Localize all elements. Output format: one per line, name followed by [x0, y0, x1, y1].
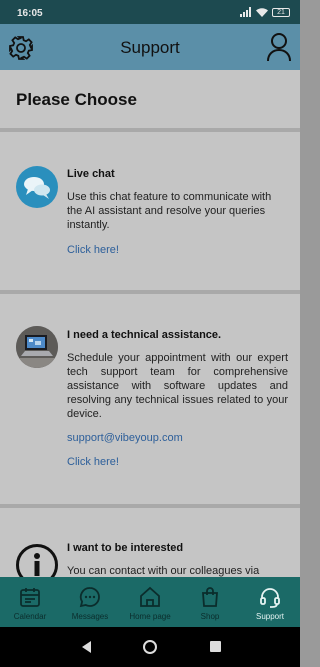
home-circle-icon[interactable] [143, 640, 157, 654]
tab-home[interactable]: Home page [120, 577, 180, 627]
tab-label: Messages [71, 612, 109, 621]
battery-icon: 21 [272, 7, 290, 17]
section-heading: Please Choose [16, 90, 137, 109]
tab-messages[interactable]: Messages [60, 577, 120, 627]
card-title: I want to be interested [67, 542, 184, 554]
interest-card: I want to be interested You can contact … [0, 508, 300, 577]
wifi-icon [256, 8, 268, 17]
system-nav-bar [0, 627, 300, 667]
laptop-photo-icon [16, 326, 58, 368]
support-email-link[interactable]: support@vibeyoup.com [67, 432, 288, 444]
signal-icon [240, 7, 252, 17]
status-icons: 21 [240, 7, 290, 17]
tab-label: Calendar [13, 612, 47, 621]
page-title: Support [120, 38, 180, 57]
technical-assistance-link[interactable]: Click here! [67, 456, 288, 468]
calendar-icon [20, 588, 40, 607]
info-icon [16, 544, 58, 577]
tab-shop[interactable]: Shop [180, 577, 240, 627]
card-body: Use this chat feature to communicate wit… [67, 191, 272, 231]
tab-label: Shop [200, 612, 220, 621]
chat-bubble-icon [79, 587, 100, 608]
card-title: Live chat [67, 168, 115, 180]
live-chat-icon [16, 166, 58, 208]
tab-label: Support [255, 612, 285, 621]
tab-calendar[interactable]: Calendar [0, 577, 60, 627]
card-body: You can contact with our colleagues via [67, 565, 260, 577]
bottom-tab-bar: Calendar Messages Home page Shop Support [0, 577, 300, 627]
tab-label: Home page [129, 612, 171, 621]
card-body: Schedule your appointment with our exper… [67, 352, 288, 420]
support-content: Please Choose Live chat Use this chat fe… [0, 70, 300, 577]
live-chat-card: Live chat Use this chat feature to commu… [0, 132, 300, 290]
shopping-bag-icon [202, 587, 218, 607]
back-icon[interactable] [82, 641, 91, 653]
recent-apps-icon[interactable] [210, 641, 221, 652]
profile-icon[interactable] [266, 32, 292, 62]
tab-support[interactable]: Support [240, 577, 300, 627]
app-header: Support [0, 24, 300, 70]
home-icon [140, 586, 160, 607]
card-title: I need a technical assistance. [67, 329, 222, 341]
technical-assistance-card: I need a technical assistance. Schedule … [0, 294, 300, 504]
status-bar: 16:05 21 [0, 0, 300, 24]
status-time: 16:05 [17, 8, 43, 19]
live-chat-link[interactable]: Click here! [67, 244, 288, 256]
headset-icon [260, 588, 280, 608]
